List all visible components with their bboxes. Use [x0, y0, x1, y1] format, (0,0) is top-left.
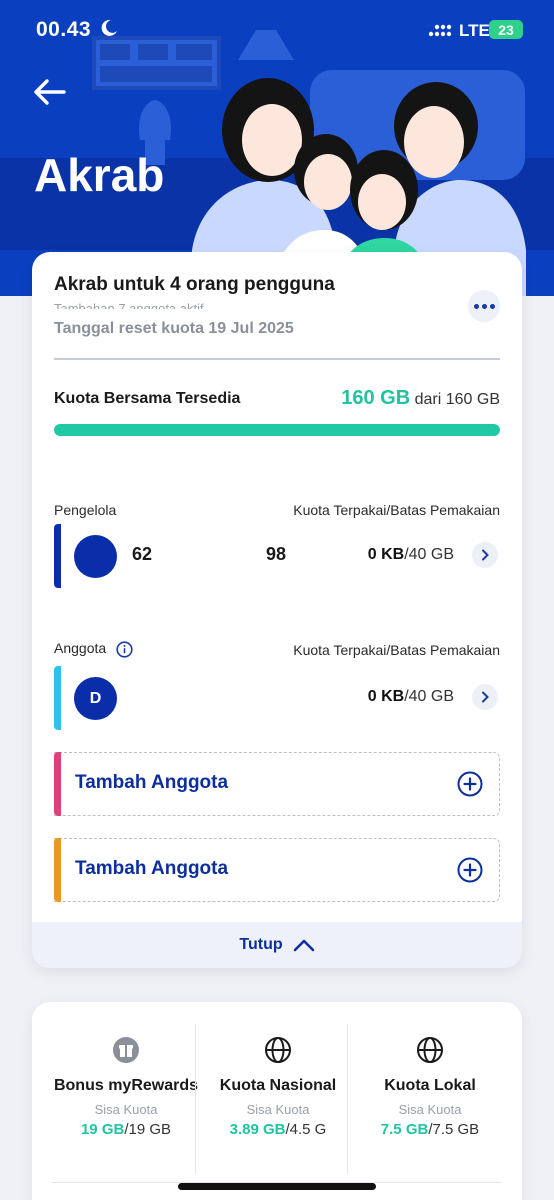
- quota-remaining-label: Sisa Kuota: [94, 1102, 158, 1117]
- quota-remaining-label: Sisa Kuota: [246, 1102, 310, 1117]
- add-circle-icon[interactable]: [457, 771, 483, 797]
- battery-level: 23: [498, 21, 514, 38]
- reset-date: Tanggal reset kuota 19 Jul 2025: [54, 320, 294, 337]
- globe-icon: [265, 1037, 291, 1063]
- manager-number-part: 98: [266, 544, 287, 564]
- collapse-label: Tutup: [239, 936, 283, 953]
- chevron-up-icon: [293, 939, 314, 952]
- akrab-card: Akrab untuk 4 orang pengguna Tambahan 7 …: [32, 252, 522, 968]
- divider: [347, 1024, 348, 1174]
- moon-icon: [101, 19, 117, 36]
- member-color-bar: [54, 666, 61, 730]
- home-indicator[interactable]: [178, 1183, 376, 1190]
- plan-title: Akrab untuk 4 orang pengguna: [54, 274, 335, 295]
- manager-color-bar: [54, 524, 61, 588]
- network-label: LTE: [459, 21, 490, 40]
- divider: [54, 358, 500, 360]
- quota-remaining-label: Sisa Kuota: [398, 1102, 462, 1117]
- signal-icon: [428, 24, 452, 37]
- manager-usage-header: Kuota Terpakai/Batas Pemakaian: [293, 502, 500, 518]
- divider: [195, 1024, 196, 1174]
- quota-remaining: 7.5 GB: [380, 1121, 429, 1138]
- manager-limit: /40 GB: [404, 546, 454, 563]
- manager-detail-button[interactable]: [472, 542, 498, 568]
- member-used: 0 KB: [367, 688, 405, 705]
- quota-summary-card: Bonus myRewards Sisa Kuota 19 GB/19 GB K…: [32, 1002, 522, 1200]
- quota-name: Kuota Lokal: [384, 1077, 476, 1094]
- status-time: 00.43: [36, 18, 92, 41]
- chevron-right-icon: [482, 549, 489, 561]
- quota-value: 3.89 GB/4.5 G: [202, 1121, 354, 1138]
- shared-quota-progress: [54, 424, 500, 436]
- chevron-right-icon: [482, 691, 489, 703]
- back-arrow-icon[interactable]: [30, 72, 70, 112]
- quota-item-national[interactable]: Kuota Nasional Sisa Kuota 3.89 GB/4.5 G: [202, 1024, 354, 1138]
- manager-usage: 0 KB/40 GB: [368, 546, 454, 564]
- shared-quota-total: dari 160 GB: [414, 391, 500, 408]
- status-bar: 00.43 LTE 23: [0, 0, 554, 60]
- quota-remaining: 3.89 GB: [229, 1121, 286, 1138]
- member-usage: 0 KB/40 GB: [368, 688, 454, 706]
- quota-item-local[interactable]: Kuota Lokal Sisa Kuota 7.5 GB/7.5 GB: [354, 1024, 506, 1138]
- quota-total: /19 GB: [124, 1121, 172, 1138]
- member-section-text: Anggota: [54, 640, 107, 656]
- quota-remaining: 19 GB: [80, 1121, 125, 1138]
- member-detail-button[interactable]: [472, 684, 498, 710]
- manager-section-label: Pengelola: [54, 502, 117, 518]
- avatar: [74, 535, 117, 578]
- info-icon[interactable]: [116, 641, 133, 658]
- quota-value: 7.5 GB/7.5 GB: [354, 1121, 506, 1138]
- avatar: D: [74, 677, 117, 720]
- quota-name: Bonus myRewards: [53, 1077, 199, 1094]
- slot-color-bar: [54, 838, 61, 902]
- collapse-button[interactable]: Tutup: [32, 922, 522, 968]
- globe-icon: [417, 1037, 443, 1063]
- shared-quota-label: Kuota Bersama Tersedia: [54, 390, 241, 407]
- quota-value: 19 GB/19 GB: [50, 1121, 202, 1138]
- manager-used: 0 KB: [367, 546, 405, 563]
- quota-item-bonus[interactable]: Bonus myRewards Sisa Kuota 19 GB/19 GB: [50, 1024, 202, 1138]
- shared-quota-progress-fill: [54, 424, 500, 436]
- gift-icon: [113, 1037, 139, 1063]
- manager-row[interactable]: 62 98 0 KB/40 GB: [54, 524, 500, 588]
- add-circle-icon[interactable]: [457, 857, 483, 883]
- slot-color-bar: [54, 752, 61, 816]
- quota-total: /7.5 GB: [428, 1121, 480, 1138]
- member-section-label: Anggota: [54, 640, 133, 658]
- shared-quota-amount: 160 GB: [341, 387, 411, 409]
- quota-name: Kuota Nasional: [219, 1077, 337, 1094]
- shared-quota-value: 160 GB dari 160 GB: [341, 387, 500, 410]
- add-member-label: Tambah Anggota: [75, 858, 229, 879]
- page-title: Akrab: [34, 149, 165, 201]
- member-usage-header: Kuota Terpakai/Batas Pemakaian: [293, 642, 500, 658]
- quota-total: /4.5 G: [285, 1121, 327, 1138]
- battery-icon: 23: [489, 20, 523, 39]
- add-member-slot-2[interactable]: Tambah Anggota: [54, 838, 500, 902]
- member-row[interactable]: D 0 KB/40 GB: [54, 666, 500, 730]
- plan-subtitle: Tambahan 7 anggota aktif: [54, 301, 204, 309]
- manager-number-part: 62: [132, 544, 153, 564]
- add-member-slot-1[interactable]: Tambah Anggota: [54, 752, 500, 816]
- more-options-button[interactable]: [468, 290, 500, 322]
- member-limit: /40 GB: [404, 688, 454, 705]
- add-member-label: Tambah Anggota: [75, 772, 229, 793]
